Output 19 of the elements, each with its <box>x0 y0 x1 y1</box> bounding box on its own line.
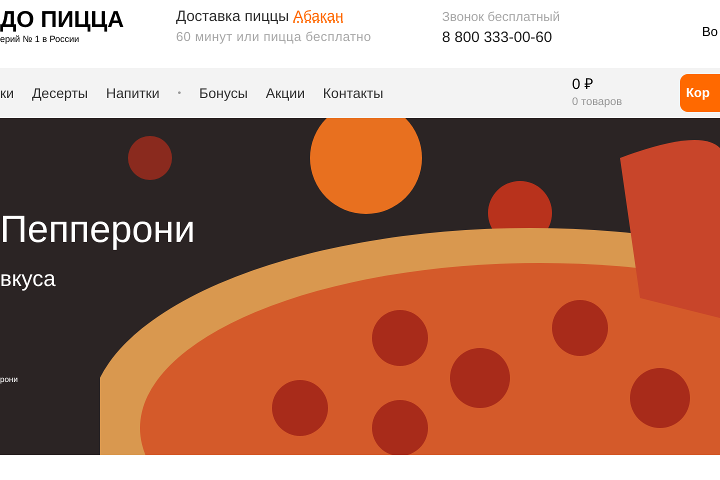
nav-link[interactable]: Акции <box>266 82 305 104</box>
cart-count: 0 товаров <box>572 95 624 110</box>
logo[interactable]: ДО ПИЦЦА <box>0 6 176 32</box>
tagline: ерий № 1 в России <box>0 33 80 46</box>
banner-title: Пепперони <box>0 208 196 253</box>
nav-link[interactable]: Бонусы <box>199 82 248 104</box>
phone-number[interactable]: 8 800 333-00-60 <box>442 28 702 48</box>
call-label: Звонок бесплатный <box>442 8 561 26</box>
nav-link[interactable]: Контакты <box>322 82 384 104</box>
banner-caption: рони <box>0 374 18 386</box>
cart-total: 0 ₽ <box>572 76 595 94</box>
delivery-label: Доставка пиццы <box>176 8 290 25</box>
nav-link[interactable]: ки <box>0 82 14 104</box>
nav-link[interactable]: Напитки <box>106 82 160 104</box>
nav-separator: • <box>178 86 182 100</box>
nav-link[interactable]: Десерты <box>32 82 88 104</box>
login-link[interactable]: Во <box>702 6 718 42</box>
delivery-note: 60 минут или пицца бесплатно <box>176 28 372 46</box>
banner-subtitle: вкуса <box>0 265 56 293</box>
